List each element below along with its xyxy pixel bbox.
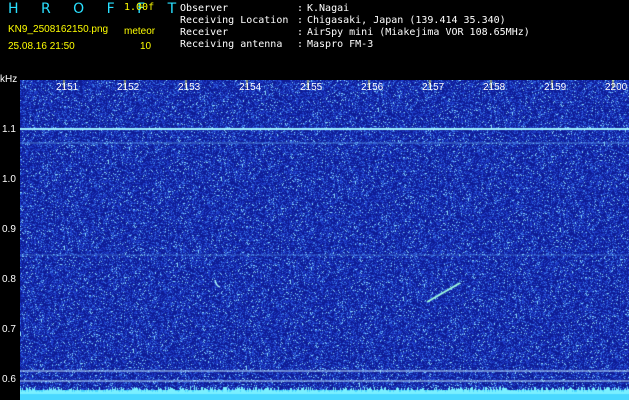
field-colon: : — [297, 27, 304, 38]
field-label-observer: Observer — [180, 3, 229, 14]
y-axis-unit: kHz — [0, 74, 18, 85]
x-tick-label: 2200 — [605, 82, 628, 93]
meteor-count: 10 — [140, 41, 152, 52]
field-value-antenna: Maspro FM-3 — [307, 39, 374, 50]
field-label-location: Receiving Location — [180, 15, 289, 26]
field-colon: : — [297, 39, 304, 50]
field-value-observer: K.Nagai — [307, 3, 350, 14]
x-tick-label: 2153 — [178, 82, 201, 93]
x-tick-label: 2159 — [544, 82, 567, 93]
field-colon: : — [297, 15, 304, 26]
header-panel: H R O F F T 1.00f KN9_2508162150.png met… — [0, 0, 629, 74]
x-tick-label: 2154 — [239, 82, 262, 93]
y-tick-label: 0.8 — [2, 274, 16, 285]
x-tick-label: 2152 — [117, 82, 140, 93]
field-label-antenna: Receiving antenna — [180, 39, 283, 50]
image-filename: KN9_2508162150.png — [8, 24, 109, 35]
y-tick-label: 1.1 — [2, 124, 16, 135]
spectrogram-canvas — [20, 80, 629, 400]
y-tick-label: 0.9 — [2, 224, 16, 235]
y-tick-label: 1.0 — [2, 174, 16, 185]
x-tick-label: 2156 — [361, 82, 384, 93]
field-value-location: Chigasaki, Japan (139.414 35.340) — [307, 15, 506, 26]
datetime-label: 25.08.16 21:50 — [8, 41, 75, 52]
y-tick-label: 0.6 — [2, 374, 16, 385]
version-label: 1.00f — [124, 2, 155, 13]
meteor-label: meteor — [124, 26, 156, 37]
x-tick-label: 2151 — [56, 82, 79, 93]
field-value-receiver: AirSpy mini (Miakejima VOR 108.65MHz) — [307, 27, 530, 38]
app-brand: H R O F F T — [8, 1, 186, 17]
field-label-receiver: Receiver — [180, 27, 229, 38]
field-colon: : — [297, 3, 304, 14]
x-tick-label: 2158 — [483, 82, 506, 93]
x-tick-label: 2155 — [300, 82, 323, 93]
y-tick-label: 0.7 — [2, 324, 16, 335]
x-tick-label: 2157 — [422, 82, 445, 93]
